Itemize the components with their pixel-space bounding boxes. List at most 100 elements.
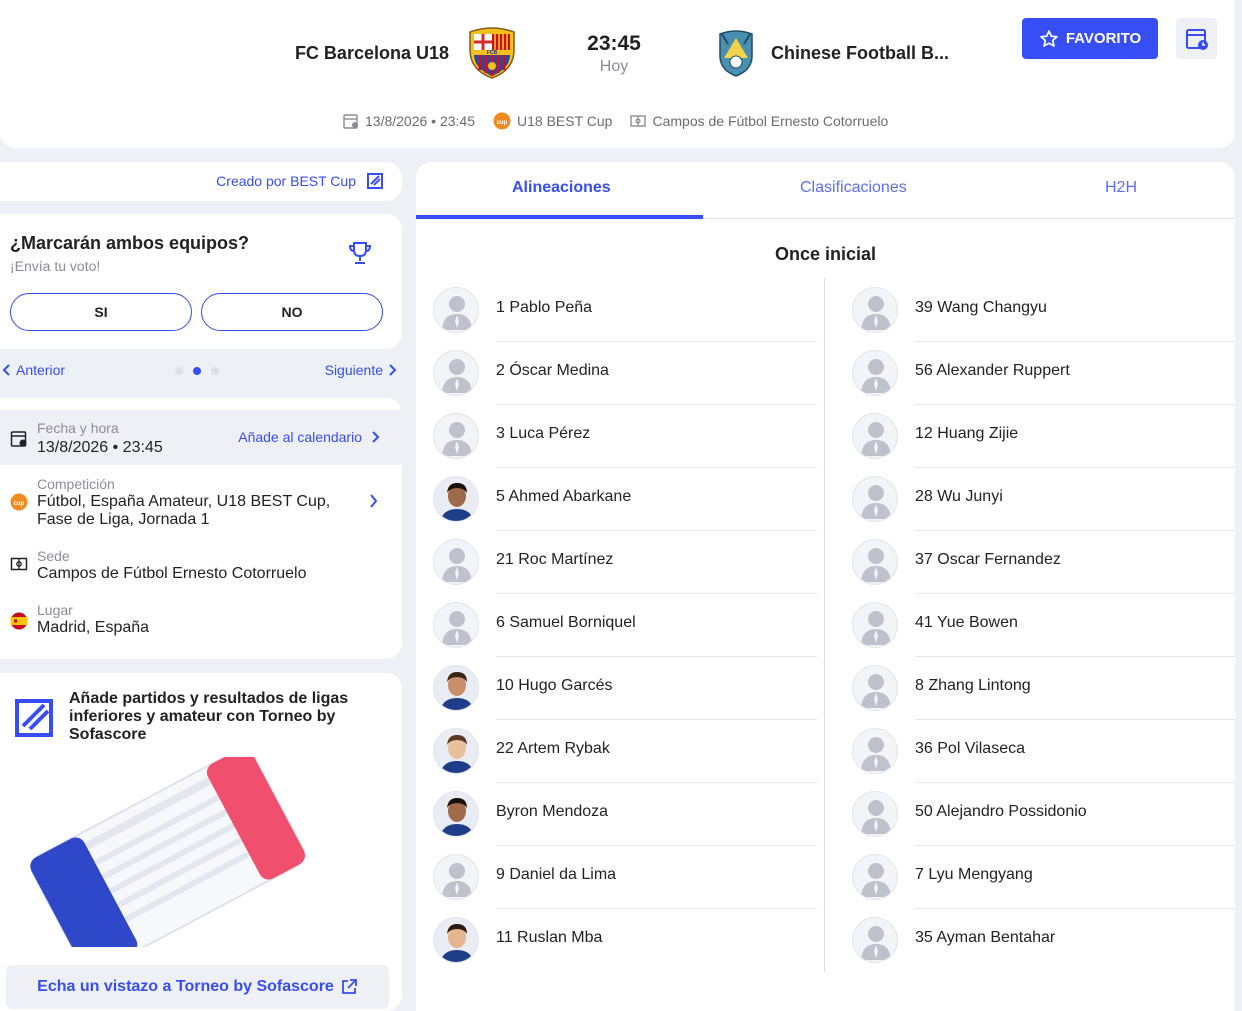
competition-logo-icon: cup — [493, 112, 511, 130]
torneo-link-button[interactable]: Echa un vistazo a Torneo by Sofascore — [6, 965, 389, 1009]
add-to-calendar-label: Añade al calendario — [238, 429, 362, 445]
pager-dot[interactable] — [211, 367, 219, 375]
match-info-card: Fecha y hora 13/8/2026 • 23:45 Añade al … — [0, 398, 402, 659]
home-player-row[interactable]: 11 Ruslan Mba — [433, 912, 817, 975]
created-by-card: Creado por BEST Cup — [0, 162, 402, 201]
home-player-row[interactable]: 22 Artem Rybak — [433, 723, 817, 786]
spain-flag-icon — [10, 612, 28, 630]
external-link-icon — [341, 979, 357, 994]
player-name: 56 Alexander Ruppert — [915, 362, 1070, 379]
home-player-row[interactable]: 3 Luca Pérez — [433, 408, 817, 471]
vote-no-button[interactable]: NO — [201, 293, 383, 331]
player-avatar — [433, 476, 479, 522]
favorite-button[interactable]: FAVORITO — [1022, 18, 1158, 59]
row-divider — [496, 908, 817, 909]
next-button[interactable]: Siguiente — [325, 362, 397, 378]
add-calendar-button[interactable] — [1176, 18, 1217, 59]
home-player-row[interactable]: 5 Ahmed Abarkane — [433, 471, 817, 534]
place-value: Madrid, España — [37, 619, 150, 636]
player-name: 28 Wu Junyi — [915, 488, 1003, 505]
player-name: 6 Samuel Borniquel — [496, 614, 636, 631]
home-player-row[interactable]: 6 Samuel Borniquel — [433, 597, 817, 660]
vote-question: ¿Marcarán ambos equipos? — [10, 233, 250, 253]
row-divider — [915, 908, 1235, 909]
calendar-icon — [343, 114, 358, 129]
player-avatar — [433, 413, 479, 459]
chevron-right-icon — [389, 364, 397, 376]
row-divider — [496, 845, 817, 846]
player-name: 12 Huang Zijie — [915, 425, 1019, 442]
away-player-row[interactable]: 39 Wang Changyu — [852, 282, 1235, 345]
home-player-row[interactable]: Byron Mendoza — [433, 786, 817, 849]
home-player-row[interactable]: 21 Roc Martínez — [433, 534, 817, 597]
away-player-row[interactable]: 35 Ayman Bentahar — [852, 912, 1235, 975]
prev-label: Anterior — [16, 362, 66, 378]
vote-yes-button[interactable]: SI — [10, 293, 192, 331]
away-player-row[interactable]: 56 Alexander Ruppert — [852, 345, 1235, 408]
next-label: Siguiente — [324, 362, 383, 378]
home-player-row[interactable]: 10 Hugo Garcés — [433, 660, 817, 723]
chevron-right-icon — [370, 494, 378, 508]
player-name: 36 Pol Vilaseca — [915, 740, 1025, 757]
lineup-divider — [824, 278, 825, 972]
pager-dot-active[interactable] — [193, 367, 201, 375]
row-divider — [496, 719, 817, 720]
favorite-label: FAVORITO — [1065, 30, 1142, 47]
home-player-row[interactable]: 2 Óscar Medina — [433, 345, 817, 408]
pager-dot[interactable] — [175, 367, 183, 375]
prev-button[interactable]: Anterior — [2, 362, 65, 378]
lineup-heading: Once inicial — [774, 244, 877, 264]
away-team-crest[interactable] — [714, 28, 758, 78]
player-avatar — [433, 728, 479, 774]
row-divider — [915, 593, 1235, 594]
tab-h2h[interactable]: H2H — [1105, 179, 1137, 197]
lineups-card: Alineaciones Clasificaciones H2H Once in… — [416, 162, 1235, 1011]
player-avatar — [852, 791, 898, 837]
competition-logo-icon: cup — [10, 493, 28, 511]
trophy-icon — [348, 242, 372, 264]
away-player-row[interactable]: 28 Wu Junyi — [852, 471, 1235, 534]
tab-alineaciones[interactable]: Alineaciones — [512, 179, 611, 197]
widget-pager: Anterior Siguiente — [0, 361, 402, 383]
meta-competition[interactable]: cup U18 BEST Cup — [493, 112, 612, 130]
competition-row[interactable]: cup Competición Fútbol, España Amateur, … — [0, 476, 402, 536]
row-divider — [496, 593, 817, 594]
tab-clasificaciones[interactable]: Clasificaciones — [800, 179, 907, 197]
home-lineup: 1 Pablo Peña 2 Óscar Medina 3 Luca Pérez 5 … — [433, 282, 817, 975]
chevron-right-icon — [372, 431, 380, 443]
away-player-row[interactable]: 8 Zhang Lintong — [852, 660, 1235, 723]
meta-datetime: 13/8/2026 • 23:45 — [343, 113, 475, 129]
away-player-row[interactable]: 36 Pol Vilaseca — [852, 723, 1235, 786]
star-icon — [1040, 29, 1058, 47]
player-avatar — [433, 854, 479, 900]
away-player-row[interactable]: 50 Alejandro Possidonio — [852, 786, 1235, 849]
home-player-row[interactable]: 1 Pablo Peña — [433, 282, 817, 345]
row-divider — [915, 467, 1235, 468]
away-player-row[interactable]: 37 Oscar Fernandez — [852, 534, 1235, 597]
row-divider — [496, 656, 817, 657]
away-player-row[interactable]: 12 Huang Zijie — [852, 408, 1235, 471]
player-avatar — [852, 917, 898, 963]
player-name: 10 Hugo Garcés — [496, 677, 613, 694]
competition-value-line1: Fútbol, España Amateur, U18 BEST Cup, — [37, 493, 331, 510]
player-name: 9 Daniel da Lima — [496, 866, 617, 883]
player-avatar — [852, 287, 898, 333]
home-player-row[interactable]: 9 Daniel da Lima — [433, 849, 817, 912]
row-divider — [496, 782, 817, 783]
lineup-tabs: Alineaciones Clasificaciones H2H — [416, 162, 1235, 219]
player-name: 37 Oscar Fernandez — [915, 551, 1061, 568]
away-player-row[interactable]: 7 Lyu Mengyang — [852, 849, 1235, 912]
home-team-name[interactable]: FC Barcelona U18 — [295, 43, 449, 64]
away-team-name[interactable]: Chinese Football B... — [771, 43, 949, 64]
home-team-crest[interactable]: FCB — [466, 26, 518, 80]
active-tab-indicator — [416, 215, 703, 219]
add-to-calendar-link[interactable]: Añade al calendario — [238, 429, 380, 445]
row-divider — [496, 530, 817, 531]
created-by-link[interactable]: Creado por BEST Cup — [216, 172, 384, 190]
date-value: 13/8/2026 • 23:45 — [37, 439, 163, 456]
player-avatar — [852, 854, 898, 900]
player-name: Byron Mendoza — [496, 803, 609, 820]
competition-label: Competición — [37, 476, 115, 492]
away-player-row[interactable]: 41 Yue Bowen — [852, 597, 1235, 660]
player-avatar — [852, 728, 898, 774]
